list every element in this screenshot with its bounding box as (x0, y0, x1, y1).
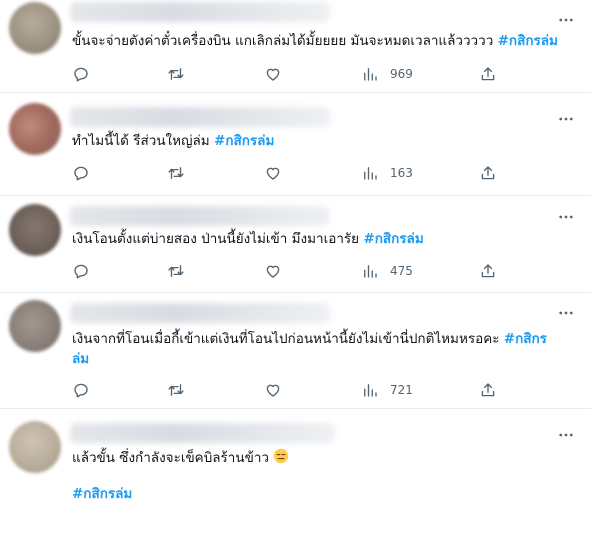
share-icon (481, 67, 495, 81)
views-button[interactable]: 721 (361, 380, 413, 400)
tweet-body: เงินจากที่โอนเมื่อกี้เข้าแต่เงินที่โอนไป… (72, 331, 500, 347)
like-icon (266, 167, 280, 180)
more-button[interactable] (557, 304, 575, 322)
author-name[interactable] (70, 107, 330, 127)
more-button[interactable] (557, 426, 575, 444)
reply-button[interactable] (72, 261, 90, 281)
retweet-button[interactable] (167, 163, 185, 183)
tweet[interactable]: แล้วขั้น ซึ่งกำลังจะเข็คบิลร้านข้าว #กสิ… (0, 409, 591, 539)
more-button[interactable] (557, 208, 575, 226)
share-icon (481, 166, 495, 180)
views-icon (364, 167, 377, 180)
more-button[interactable] (557, 11, 575, 29)
like-icon (266, 68, 280, 81)
views-count: 475 (390, 264, 413, 278)
retweet-icon (168, 68, 184, 80)
author-name[interactable] (70, 2, 330, 22)
share-button[interactable] (479, 261, 497, 281)
tweet-body: ขั้นจะจ่ายตังค่าตั๋วเครื่องบิน แกเลิกล่ม… (72, 33, 494, 49)
like-button[interactable] (264, 261, 282, 281)
hashtag-link[interactable]: #กสิกรล่ม (72, 486, 132, 502)
tweet-feed: ขั้นจะจ่ายตังค่าตั๋วเครื่องบิน แกเลิกล่ม… (0, 0, 591, 518)
tweet-text: ทำไมนี้ได้ รีส่วนใหญ่ล่ม #กสิกรล่ม (72, 131, 572, 151)
hashtag-link[interactable]: #กสิกรล่ม (363, 231, 423, 247)
avatar[interactable] (9, 204, 61, 256)
tweet-text: ขั้นจะจ่ายตังค่าตั๋วเครื่องบิน แกเลิกล่ม… (72, 31, 572, 51)
action-bar: 721 (72, 380, 512, 400)
tweet[interactable]: ทำไมนี้ได้ รีส่วนใหญ่ล่ม #กสิกรล่ม 163 (0, 93, 591, 196)
retweet-button[interactable] (167, 380, 185, 400)
avatar[interactable] (9, 103, 61, 155)
views-button[interactable]: 475 (361, 261, 413, 281)
like-icon (266, 384, 280, 397)
retweet-button[interactable] (167, 261, 185, 281)
like-icon (266, 265, 280, 278)
hashtag-link[interactable]: #กสิกร (504, 331, 547, 347)
tweet[interactable]: ขั้นจะจ่ายตังค่าตั๋วเครื่องบิน แกเลิกล่ม… (0, 0, 591, 93)
author-name[interactable] (70, 206, 330, 226)
share-button[interactable] (479, 380, 497, 400)
tweet-text: แล้วขั้น ซึ่งกำลังจะเข็คบิลร้านข้าว #กสิ… (72, 448, 572, 504)
views-count: 969 (390, 67, 413, 81)
retweet-icon (168, 265, 184, 277)
hashtag-link-continued[interactable]: ล่ม (72, 351, 89, 367)
more-icon (559, 433, 573, 437)
tweet[interactable]: เงินจากที่โอนเมื่อกี้เข้าแต่เงินที่โอนไป… (0, 293, 591, 409)
reply-button[interactable] (72, 64, 90, 84)
share-button[interactable] (479, 163, 497, 183)
tweet[interactable]: เงินโอนตั้งแต่บ่ายสอง ป่านนี้ยังไม่เข้า … (0, 196, 591, 293)
reply-icon (74, 166, 88, 181)
hashtag-link[interactable]: #กสิกรล่ม (214, 133, 274, 149)
views-button[interactable]: 969 (361, 64, 413, 84)
retweet-icon (168, 384, 184, 396)
avatar[interactable] (9, 2, 61, 54)
tweet-text: เงินโอนตั้งแต่บ่ายสอง ป่านนี้ยังไม่เข้า … (72, 229, 572, 249)
avatar[interactable] (9, 421, 61, 473)
tweet-text: เงินจากที่โอนเมื่อกี้เข้าแต่เงินที่โอนไป… (72, 329, 572, 369)
reply-button[interactable] (72, 163, 90, 183)
hashtag-link[interactable]: #กสิกรล่ม (498, 33, 558, 49)
tweet-body: เงินโอนตั้งแต่บ่ายสอง ป่านนี้ยังไม่เข้า … (72, 231, 360, 247)
share-icon (481, 383, 495, 397)
tweet-body: แล้วขั้น ซึ่งกำลังจะเข็คบิลร้านข้าว (72, 450, 270, 466)
views-icon (364, 265, 377, 278)
tweet-body: ทำไมนี้ได้ รีส่วนใหญ่ล่ม (72, 133, 210, 149)
share-button[interactable] (479, 64, 497, 84)
views-icon (364, 384, 377, 397)
more-icon (559, 18, 573, 22)
avatar[interactable] (9, 300, 61, 352)
like-button[interactable] (264, 380, 282, 400)
reply-icon (74, 264, 88, 279)
views-icon (364, 68, 377, 81)
views-button[interactable]: 163 (361, 163, 413, 183)
more-icon (559, 117, 573, 121)
retweet-button[interactable] (167, 64, 185, 84)
views-count: 163 (390, 166, 413, 180)
more-icon (559, 311, 573, 315)
author-name[interactable] (70, 303, 330, 323)
retweet-icon (168, 167, 184, 179)
action-bar: 163 (72, 163, 512, 183)
reply-icon (74, 383, 88, 398)
author-name[interactable] (70, 423, 335, 443)
more-button[interactable] (557, 110, 575, 128)
reply-icon (74, 67, 88, 82)
like-button[interactable] (264, 64, 282, 84)
share-icon (481, 264, 495, 278)
expressionless-face-emoji (274, 448, 289, 464)
action-bar: 475 (72, 261, 512, 281)
more-icon (559, 215, 573, 219)
like-button[interactable] (264, 163, 282, 183)
reply-button[interactable] (72, 380, 90, 400)
views-count: 721 (390, 383, 413, 397)
action-bar: 969 (72, 64, 512, 84)
